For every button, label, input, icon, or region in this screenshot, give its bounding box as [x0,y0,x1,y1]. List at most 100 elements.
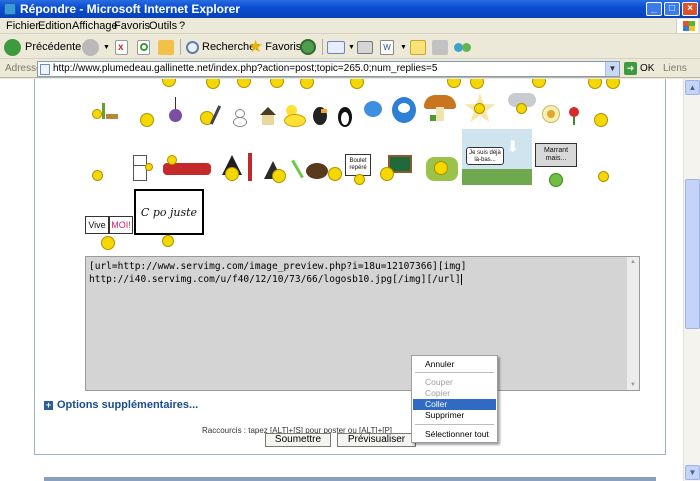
go-arrow-icon[interactable]: ➜ [624,62,637,75]
refresh-button[interactable] [137,38,150,56]
bluebird-emoticon[interactable] [388,95,418,125]
flower-emoticon[interactable] [540,105,562,125]
forward-button[interactable]: ▼ [82,38,110,56]
smiley-emoticon[interactable] [594,113,608,127]
scroll-down-icon[interactable]: ▼ [685,465,700,480]
ctx-delete[interactable]: Supprimer [413,410,496,421]
candle-emoticon[interactable] [248,153,252,181]
forward-dropdown-icon[interactable]: ▼ [103,44,110,51]
preview-button[interactable]: Prévisualiser [337,433,416,447]
bird-plant-emoticon[interactable] [92,103,118,121]
lightsaber-emoticon[interactable] [288,159,308,179]
menu-affichage[interactable]: Affichage [72,20,118,32]
message-textarea[interactable]: [url=http://www.servimg.com/image_previe… [85,256,640,391]
smiley-emoticon[interactable] [328,167,342,181]
textarea-scroll-down-icon[interactable]: ▼ [627,380,639,390]
plus-icon: + [44,399,53,410]
textarea-scroll-up-icon[interactable]: ▲ [627,257,639,267]
frog-emoticon[interactable] [426,157,458,181]
rose-emoticon[interactable] [566,107,582,125]
forward-arrow-icon [82,38,99,56]
edit-button[interactable]: W ▼ [380,38,407,56]
sign-je-suis-deja-text: Je suis déjà là-bas... [466,147,504,165]
ctx-separator [415,372,494,373]
print-button[interactable] [357,38,373,56]
snowman-emoticon[interactable] [232,109,252,127]
messenger-button[interactable] [454,38,471,56]
toolbar-separator [322,39,323,55]
yoyo-emoticon[interactable] [168,97,184,123]
ctx-paste[interactable]: Coller [413,399,496,410]
sofa-emoticon[interactable] [163,155,211,179]
page-scrollbar[interactable]: ▲ ▼ [683,79,700,481]
witch-emoticon[interactable] [264,161,286,183]
bird-blue-emoticon[interactable] [362,99,384,119]
sign-marrant-emoticon[interactable]: Marrant mais... [535,143,577,187]
painter-emoticon[interactable] [200,105,224,125]
menu-fichier[interactable]: Fichier [6,20,39,32]
ctx-select-all[interactable]: Sélectionner tout [413,429,496,440]
sign-vive-moi-emoticon[interactable]: Vive MOI! [85,216,133,250]
maximize-button[interactable]: □ [664,2,680,16]
close-button[interactable]: × [682,2,698,16]
window-title: Répondre - Microsoft Internet Explorer [20,2,241,16]
sign-boulet-repere[interactable]: Boulet repéré [345,154,371,176]
go-button[interactable]: OK [640,63,654,74]
address-bar: Adresse http://www.plumedeau.gallinette.… [0,60,700,78]
home-icon [158,39,174,55]
sign-je-suis-deja-emoticon[interactable]: Je suis déjà là-bas... ⬇ [462,129,532,185]
options-supplementaires-link[interactable]: + Options supplémentaires... [44,399,198,411]
favorites-button[interactable]: ★ Favoris [248,38,301,56]
mail-dropdown-icon[interactable]: ▼ [348,44,355,51]
search-icon [186,40,199,54]
ie-icon [4,3,16,15]
ctx-undo[interactable]: Annuler [413,359,496,370]
duck-emoticon[interactable] [284,105,306,127]
ctx-separator [415,424,494,425]
history-button[interactable] [300,38,316,56]
smiley-emoticon[interactable] [92,170,103,181]
ctx-copy[interactable]: Copier [413,388,496,399]
research-button[interactable] [432,38,448,56]
painter-easel-emoticon[interactable] [380,155,416,183]
mushroom-emoticon[interactable] [424,93,456,123]
windows-logo-icon [676,19,698,33]
context-menu: Annuler Couper Copier Coller Supprimer S… [411,355,498,443]
address-dropdown-icon[interactable]: ▼ [605,62,619,76]
smiley-emoticon[interactable] [140,113,154,127]
text-caret [460,274,462,285]
discuss-button[interactable] [410,38,426,56]
star-emoticon[interactable]: ★ [458,89,502,129]
submit-button[interactable]: Soumettre [265,433,331,447]
stop-button[interactable]: x [115,38,128,56]
scroll-up-icon[interactable]: ▲ [685,80,700,95]
back-button[interactable]: Précédente ▼ [4,38,93,56]
ctx-cut[interactable]: Couper [413,377,496,388]
home-button[interactable] [158,38,174,56]
address-input[interactable]: http://www.plumedeau.gallinette.net/inde… [37,61,620,77]
menu-help[interactable]: ? [179,20,185,32]
menu-favoris[interactable]: Favoris [114,20,150,32]
house-emoticon[interactable] [260,107,276,125]
smiley-emoticon[interactable] [354,174,365,185]
monk-emoticon[interactable] [306,163,328,179]
penguin-emoticon[interactable] [338,107,352,127]
back-label: Précédente [25,41,82,53]
sign-c-po-juste-emoticon[interactable]: C po juste [134,187,204,249]
sign-marrant-text: Marrant mais... [535,143,577,167]
edit-dropdown-icon[interactable]: ▼ [400,44,407,51]
cloud-emoticon[interactable] [508,93,536,117]
links-button[interactable]: Liens [663,63,687,74]
ninja-emoticon[interactable] [222,155,242,181]
history-icon [300,39,316,55]
smiley-emoticon[interactable] [598,171,609,182]
mail-button[interactable]: ▼ [327,38,355,56]
menu-edition[interactable]: Edition [38,20,72,32]
toolbar: Précédente ▼ ▼ x Rechercher ★ Favoris ▼ … [0,35,700,59]
textarea-scrollbar[interactable]: ▲ ▼ [627,257,639,390]
scroll-thumb[interactable] [685,179,700,329]
minimize-button[interactable]: _ [646,2,662,16]
fridge-emoticon[interactable] [133,155,153,181]
menu-outils[interactable]: Outils [149,20,177,32]
bird-black-emoticon[interactable] [311,105,329,127]
